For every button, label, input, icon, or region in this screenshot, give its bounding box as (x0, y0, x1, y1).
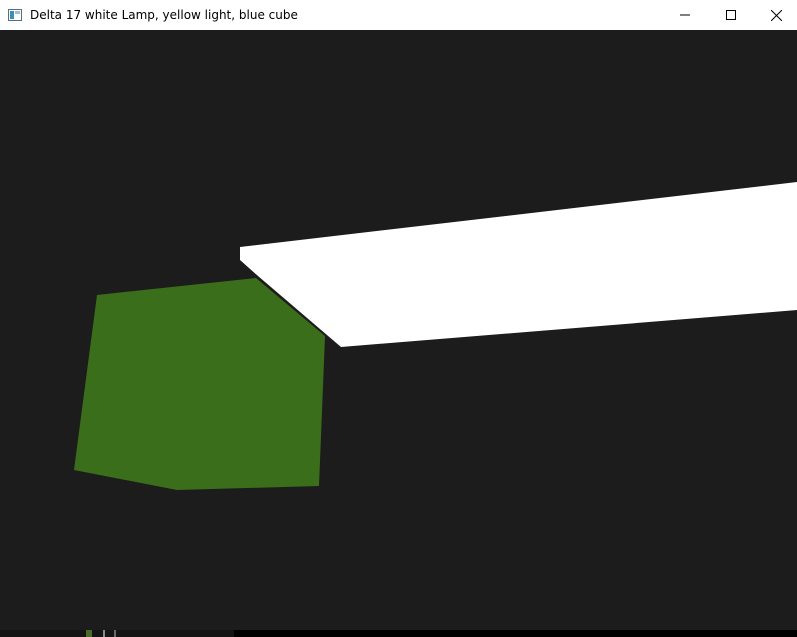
bottom-strip (0, 630, 797, 637)
close-button[interactable] (753, 0, 797, 30)
minimize-button[interactable] (662, 0, 708, 30)
minimize-icon (680, 14, 690, 16)
scene-canvas (0, 30, 797, 637)
window-title: Delta 17 white Lamp, yellow light, blue … (30, 8, 298, 22)
maximize-button[interactable] (708, 0, 754, 30)
title-bar[interactable]: Delta 17 white Lamp, yellow light, blue … (0, 0, 797, 30)
app-icon (8, 9, 22, 21)
close-icon (770, 9, 782, 21)
maximize-icon (726, 10, 736, 20)
cube-shape (74, 278, 325, 490)
render-viewport[interactable] (0, 30, 797, 637)
app-window: Delta 17 white Lamp, yellow light, blue … (0, 0, 797, 637)
